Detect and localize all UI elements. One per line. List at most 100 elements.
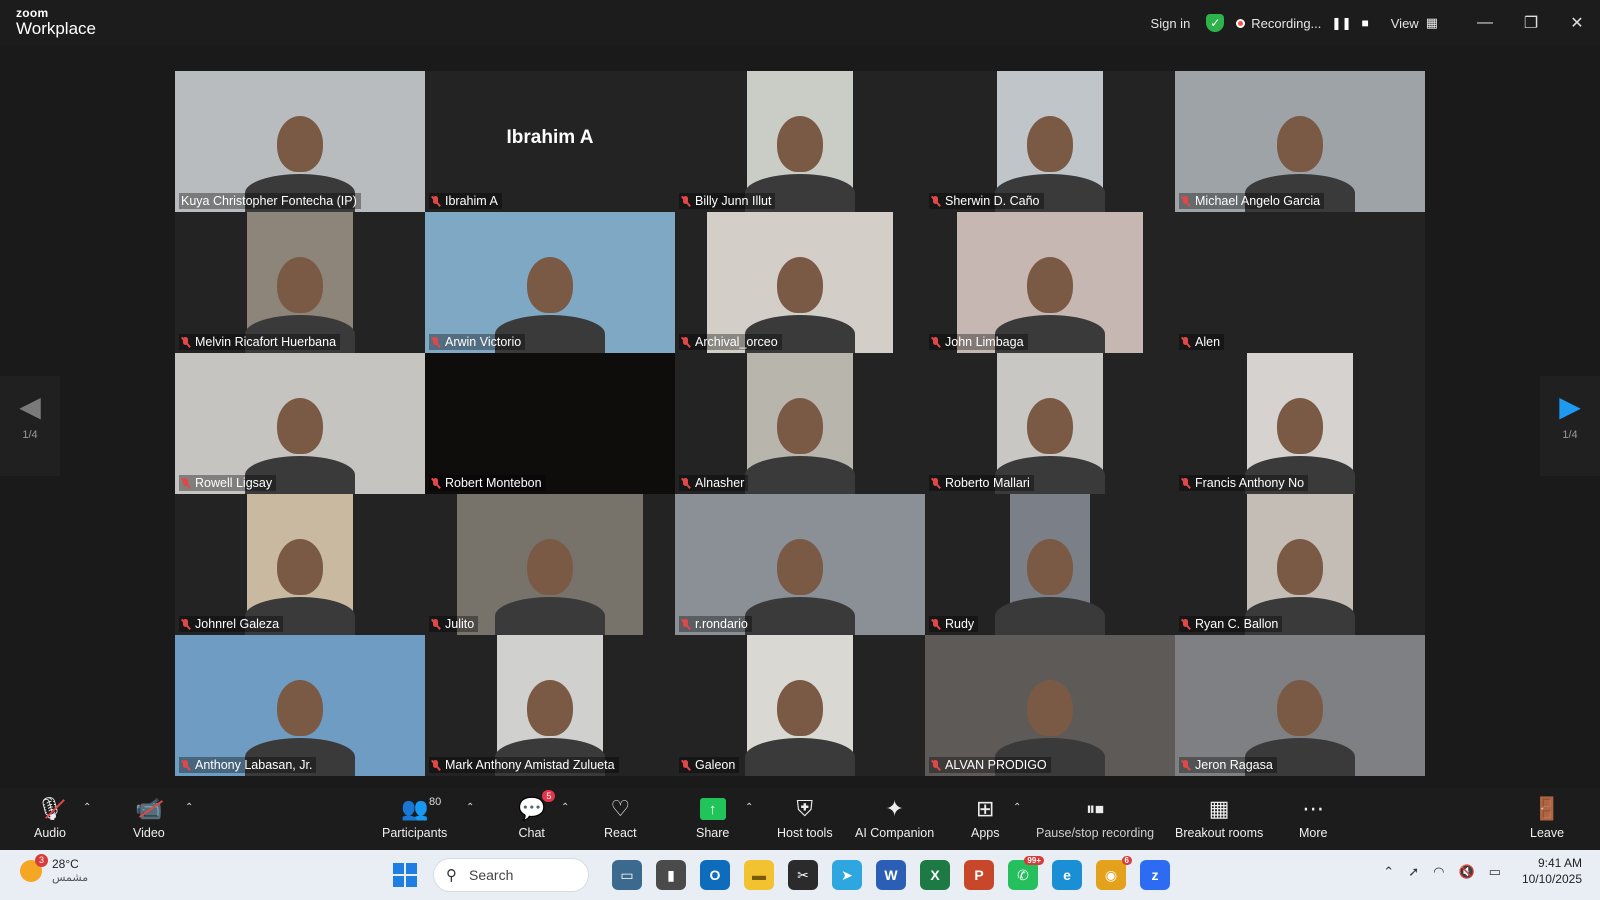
speaker-muted-icon[interactable]: 🔇 (1458, 864, 1474, 880)
clock[interactable]: 9:41 AM 10/10/2025 (1522, 856, 1582, 887)
encryption-shield-icon[interactable]: ✓ (1206, 14, 1225, 32)
participant-tile[interactable]: Ryan C. Ballon (1175, 494, 1425, 635)
chevron-up-icon[interactable]: ⌃ (1383, 864, 1394, 880)
share-options-chevron-icon[interactable]: ⌃ (745, 802, 753, 813)
apps-options-chevron-icon[interactable]: ⌃ (1013, 802, 1021, 813)
zoom-icon[interactable]: z (1140, 860, 1170, 890)
participant-face (1027, 539, 1073, 596)
video-label: Video (133, 826, 165, 840)
pause-stop-recording-button[interactable]: ⏸⏹ Pause/stop recording (1036, 794, 1154, 841)
participant-tile[interactable]: Rudy (925, 494, 1175, 635)
participant-tile[interactable]: Arwin Victorio (425, 212, 675, 353)
participant-tile[interactable]: Johnrel Galeza (175, 494, 425, 635)
participant-tile[interactable]: Mark Anthony Amistad Zulueta (425, 635, 675, 776)
next-page-button[interactable]: ▶ 1/4 (1540, 376, 1600, 476)
stop-recording-icon[interactable]: ■ (1362, 16, 1369, 30)
terminal-icon[interactable]: ▮ (656, 860, 686, 890)
previous-page-button[interactable]: ◀ 1/4 (0, 376, 60, 476)
participant-face (527, 539, 573, 596)
participant-tile[interactable]: Anthony Labasan, Jr. (175, 635, 425, 776)
host-tools-button[interactable]: ⛨ Host tools (777, 794, 833, 840)
windows-start-icon[interactable] (393, 863, 417, 887)
participant-face (777, 116, 823, 173)
pause-recording-icon[interactable]: ❚❚ (1331, 16, 1351, 30)
word-icon[interactable]: W (876, 860, 906, 890)
participant-face (777, 257, 823, 314)
apps-button[interactable]: ⊞ Apps (971, 794, 1000, 840)
participant-body (745, 456, 855, 494)
participant-tile[interactable]: Sherwin D. Caño (925, 71, 1175, 212)
weather-widget[interactable]: 3 28°C مشمس (20, 854, 88, 884)
wifi-icon[interactable]: ◠ (1433, 864, 1444, 880)
excel-icon[interactable]: X (920, 860, 950, 890)
location-icon[interactable]: ➚ (1408, 864, 1419, 880)
telegram-icon[interactable]: ➤ (832, 860, 862, 890)
outlook-icon[interactable]: O (700, 860, 730, 890)
recording-dot-icon (1236, 18, 1246, 28)
whatsapp-icon[interactable]: ✆ 99+ (1008, 856, 1044, 890)
share-button[interactable]: ↑ Share (696, 794, 729, 840)
participant-tile[interactable]: Galeon (675, 635, 925, 776)
powerpoint-icon[interactable]: P (964, 860, 994, 890)
participant-name-label: Melvin Ricafort Huerbana (179, 334, 341, 350)
system-tray: ⌃ ➚ ◠ 🔇 ▭ 9:41 AM 10/10/2025 (1376, 856, 1582, 887)
participant-face (277, 398, 323, 455)
ai-companion-button[interactable]: ✦ AI Companion (855, 794, 934, 840)
recording-indicator[interactable]: Recording... ❚❚ ■ (1236, 16, 1369, 31)
restore-icon[interactable]: ❐ (1508, 13, 1554, 33)
participant-tile[interactable]: Jeron Ragasa (1175, 635, 1425, 776)
sign-in-button[interactable]: Sign in (1139, 16, 1203, 31)
video-options-chevron-icon[interactable]: ⌃ (185, 802, 193, 813)
participant-tile[interactable]: Ibrahim A Ibrahim A (425, 71, 675, 212)
more-button[interactable]: ⋯ More (1299, 794, 1327, 840)
participant-name-label: Arwin Victorio (429, 334, 526, 350)
file-explorer-icon[interactable]: ▬ (744, 860, 774, 890)
participant-tile[interactable]: Alnasher (675, 353, 925, 494)
participant-tile[interactable]: Melvin Ricafort Huerbana (175, 212, 425, 353)
audio-button[interactable]: 🎙 Audio (34, 794, 66, 840)
participant-name: r.rondario (695, 617, 748, 631)
video-button[interactable]: 📹 Video (133, 794, 165, 840)
participant-video (1245, 494, 1355, 635)
close-icon[interactable]: ✕ (1554, 13, 1600, 33)
participant-tile[interactable]: r.rondario (675, 494, 925, 635)
participant-tile[interactable]: Julito (425, 494, 675, 635)
participant-tile[interactable]: Billy Junn Illut (675, 71, 925, 212)
participant-name: Anthony Labasan, Jr. (195, 758, 313, 772)
participant-tile[interactable]: Kuya Christopher Fontecha (IP) (175, 71, 425, 212)
participant-tile[interactable]: Francis Anthony No (1175, 353, 1425, 494)
participant-tile[interactable]: Robert Montebon (425, 353, 675, 494)
chat-options-chevron-icon[interactable]: ⌃ (561, 802, 569, 813)
participant-face (1027, 680, 1073, 737)
participants-options-chevron-icon[interactable]: ⌃ (466, 802, 474, 813)
chrome-icon[interactable]: ◉ 6 (1096, 856, 1132, 890)
microphone-muted-icon (681, 336, 690, 348)
participant-tile[interactable]: Alen (1175, 212, 1425, 353)
microphone-muted-icon: 🎙 (36, 796, 65, 821)
leave-button[interactable]: 🚪 Leave (1530, 794, 1564, 840)
audio-options-chevron-icon[interactable]: ⌃ (83, 802, 91, 813)
view-button[interactable]: View ▦ (1391, 15, 1438, 31)
chat-button[interactable]: 💬 5 Chat (518, 790, 556, 840)
participant-tile[interactable]: ALVAN PRODIGO (925, 635, 1175, 776)
capcut-icon[interactable]: ✂ (788, 860, 818, 890)
minimize-icon[interactable]: — (1462, 14, 1508, 32)
participant-video (745, 353, 855, 494)
edge-icon[interactable]: e (1052, 860, 1082, 890)
participant-video (925, 635, 1175, 776)
participants-button[interactable]: 👥 80 Participants (382, 794, 447, 840)
taskbar-search[interactable]: ⚲ Search (433, 858, 589, 892)
participant-face (277, 539, 323, 596)
battery-icon[interactable]: ▭ (1489, 864, 1501, 880)
participant-tile[interactable]: Michael Angelo Garcia (1175, 71, 1425, 212)
participant-tile[interactable]: John Limbaga (925, 212, 1175, 353)
participant-tile[interactable]: Rowell Ligsay (175, 353, 425, 494)
react-button[interactable]: ♡ React (604, 794, 637, 840)
grid-icon: ▦ (1425, 15, 1438, 30)
participant-tile[interactable]: Roberto Mallari (925, 353, 1175, 494)
participant-tile[interactable]: Archival_orceo (675, 212, 925, 353)
breakout-rooms-button[interactable]: ▦ Breakout rooms (1175, 794, 1263, 840)
temperature: 28°C (52, 857, 79, 871)
participant-video (175, 353, 425, 494)
task-view-icon[interactable]: ▭ (612, 860, 642, 890)
